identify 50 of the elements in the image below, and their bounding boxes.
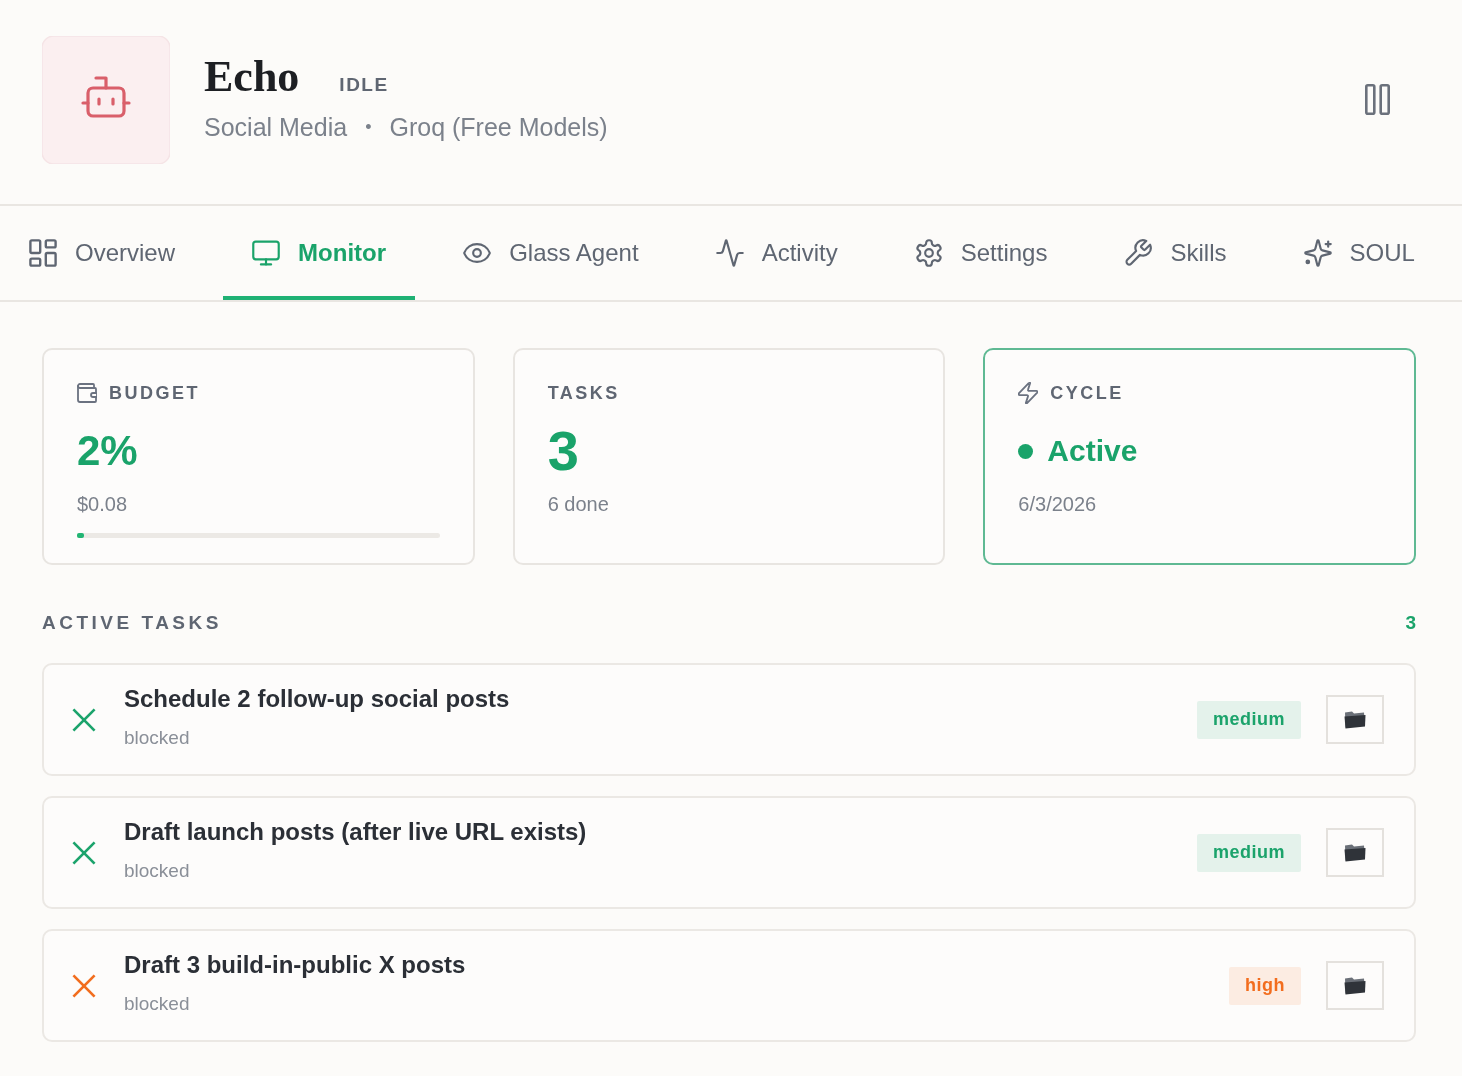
task-title: Draft launch posts (after live URL exists) <box>124 817 588 846</box>
section-title: ACTIVE TASKS <box>42 612 222 634</box>
task-title: Draft 3 build-in-public X posts <box>124 950 467 979</box>
pulse-icon <box>715 239 744 267</box>
folder-button[interactable] <box>1326 961 1384 1010</box>
status-dot-icon <box>1018 443 1034 459</box>
grid-icon <box>29 239 57 267</box>
robot-icon <box>42 36 170 164</box>
nav-tab[interactable]: Settings <box>885 206 1077 300</box>
provider-name: Groq (Free Models) <box>389 112 608 142</box>
task-status: blocked <box>124 859 191 882</box>
card-detail: $0.08 <box>77 492 129 516</box>
settings-icon <box>914 239 943 267</box>
nav-tab[interactable]: Glass Agent <box>434 206 668 300</box>
card-value: 2% <box>77 426 138 476</box>
priority-tag: high <box>1229 966 1301 1005</box>
task-count: 3 <box>1405 612 1416 634</box>
task-title: Schedule 2 follow-up social posts <box>124 684 511 713</box>
nav-tab[interactable]: Skills <box>1095 206 1256 300</box>
lightning-icon <box>1018 382 1039 404</box>
task-status: blocked <box>124 992 191 1015</box>
separator: • <box>365 116 372 139</box>
nav-tab[interactable]: Monitor <box>223 206 416 300</box>
folder-icon <box>1343 975 1367 996</box>
agent-status: IDLE <box>339 74 389 96</box>
nav-tab[interactable]: SOUL <box>1274 206 1444 300</box>
priority-tag: medium <box>1197 700 1301 739</box>
wrench-icon <box>1124 239 1153 267</box>
folder-button[interactable] <box>1326 695 1384 744</box>
card-label: BUDGET <box>109 382 200 404</box>
nav-tab[interactable]: Activity <box>686 206 867 300</box>
card-detail: 6 done <box>547 492 610 516</box>
monitor-icon <box>252 239 281 267</box>
card-detail: 6/3/2026 <box>1018 492 1098 516</box>
priority-tag: medium <box>1197 833 1301 872</box>
card-value: 3 <box>547 425 579 477</box>
wallet-icon <box>77 383 97 403</box>
card-label: CYCLE <box>1050 382 1124 404</box>
agent-name: Echo <box>204 52 300 102</box>
folder-icon <box>1343 842 1367 863</box>
card-value: Active <box>1047 433 1138 469</box>
folder-button[interactable] <box>1326 828 1384 877</box>
nav-tab[interactable]: Overview <box>0 206 205 300</box>
card-label: TASKS <box>547 382 620 404</box>
agent-category: Social Media <box>204 112 348 142</box>
pause-button[interactable] <box>1365 83 1390 115</box>
pause-icon <box>1365 83 1390 115</box>
sparkles-icon <box>1303 239 1332 267</box>
folder-icon <box>1343 709 1367 730</box>
task-status: blocked <box>124 726 191 749</box>
